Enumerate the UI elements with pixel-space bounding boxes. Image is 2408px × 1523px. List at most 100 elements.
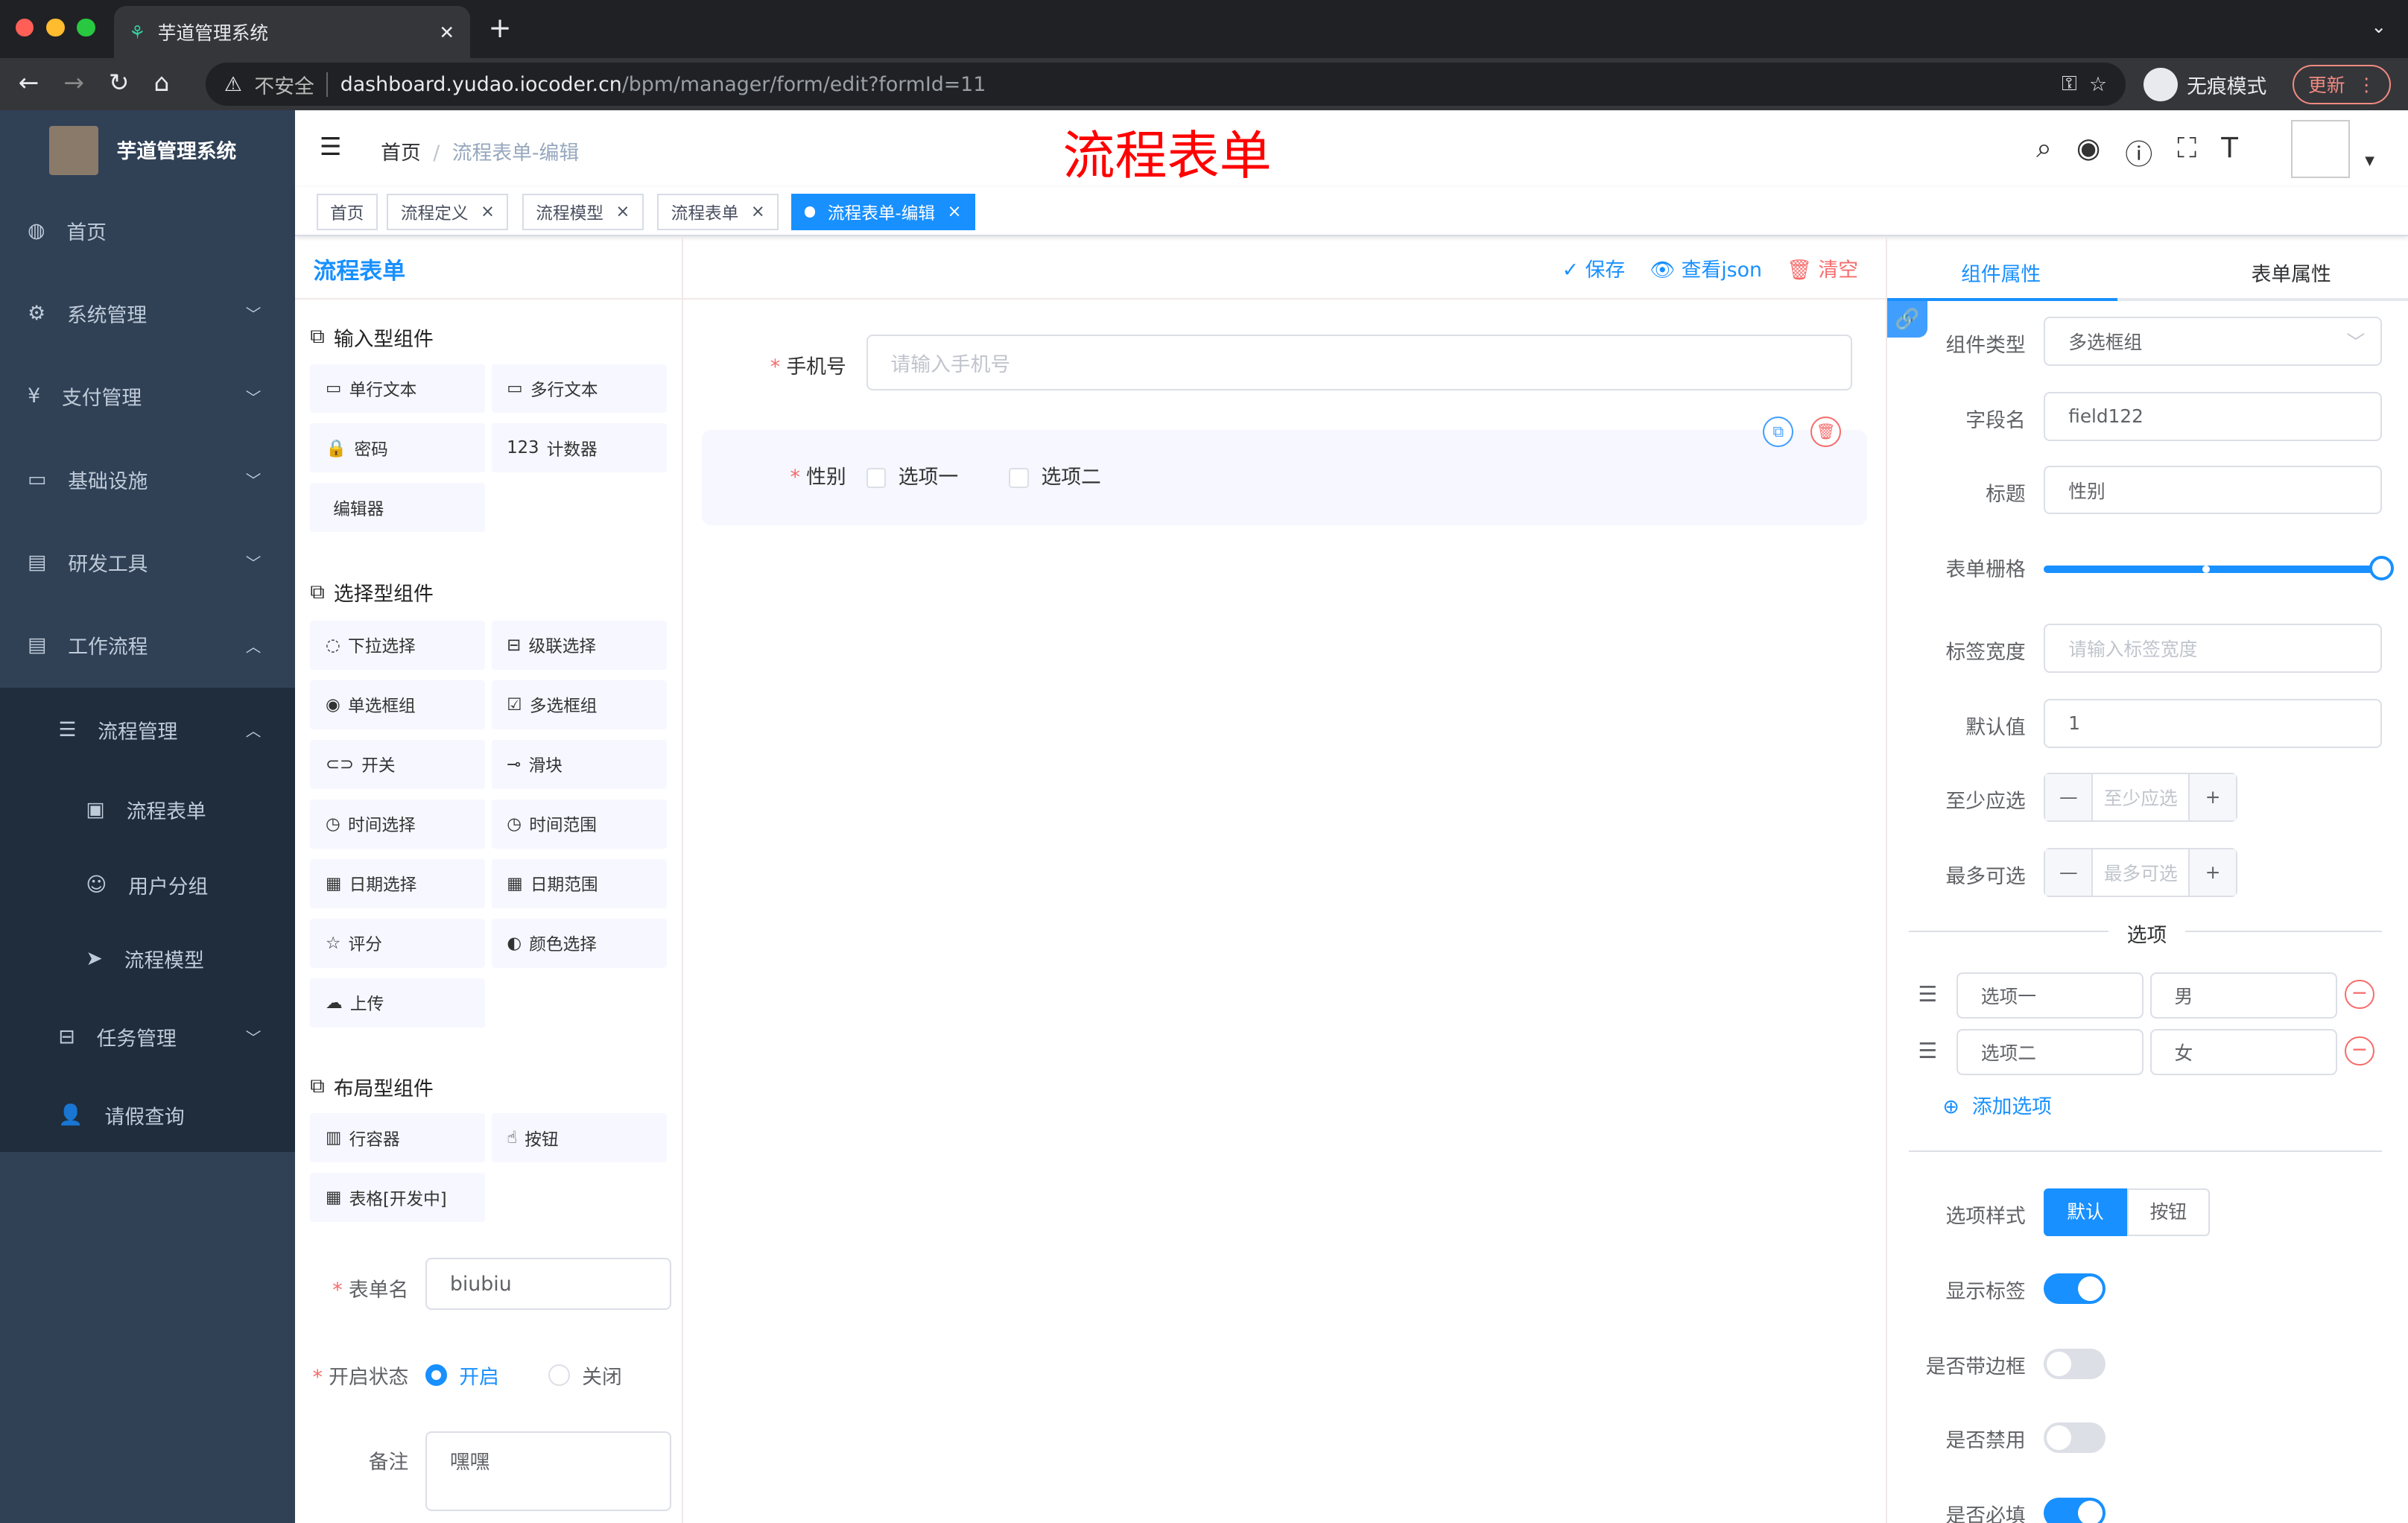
tag-home[interactable]: 首页 (316, 193, 378, 231)
option-label-input[interactable]: 选项一 (1956, 972, 2144, 1019)
breadcrumb-home[interactable]: 首页 (381, 142, 421, 165)
component-1-9[interactable]: ▦ 日期范围 (491, 858, 667, 908)
component-2-1[interactable]: ☝ 按钮 (491, 1113, 667, 1163)
minus-icon[interactable]: — (2045, 849, 2094, 896)
clear-button[interactable]: 🗑 清空 (1787, 253, 1858, 282)
component-0-2[interactable]: 🔒 密码 (310, 423, 486, 473)
save-button[interactable]: ✓ 保存 (1562, 253, 1626, 282)
close-window-button[interactable] (15, 18, 34, 37)
copy-icon[interactable]: ⧉ (1763, 416, 1794, 447)
status-on-radio[interactable]: 开启 (425, 1361, 499, 1390)
gender-option-2[interactable]: 选项二 (1009, 460, 1101, 490)
tag-process-form[interactable]: 流程表单 × (657, 193, 779, 231)
help-icon[interactable]: ⓘ (2125, 132, 2152, 172)
disabled-toggle[interactable] (2044, 1422, 2106, 1453)
component-0-0[interactable]: ▭ 单行文本 (310, 364, 486, 414)
component-1-5[interactable]: ⊸ 滑块 (491, 739, 667, 789)
default-value-input[interactable]: 1 (2044, 698, 2382, 748)
tab-search-chevron-icon[interactable]: ⌄ (2371, 16, 2386, 37)
remark-textarea[interactable]: 嘿嘿 (425, 1431, 671, 1512)
tag-process-form-edit[interactable]: 流程表单-编辑 × (790, 193, 975, 231)
search-icon[interactable]: ⌕ (2036, 132, 2052, 172)
key-icon[interactable]: ⚿ (2062, 72, 2076, 96)
update-button[interactable]: 更新 ⋮ (2293, 64, 2392, 105)
browser-tab[interactable]: ⚘ 芋道管理系统 ✕ (113, 6, 470, 59)
required-toggle[interactable] (2044, 1497, 2106, 1523)
component-2-2[interactable]: ▦ 表格[开发中] (310, 1173, 486, 1223)
component-1-6[interactable]: ◷ 时间选择 (310, 799, 486, 849)
tab-component-props[interactable]: 组件属性 (1961, 258, 2041, 287)
border-toggle[interactable] (2044, 1348, 2106, 1379)
label-width-input[interactable]: 请输入标签宽度 (2044, 623, 2382, 673)
sidebar-item-infra[interactable]: ▭ 基础设施 ﹀ (0, 441, 295, 518)
component-0-1[interactable]: ▭ 多行文本 (491, 364, 667, 414)
close-tab-icon[interactable]: ✕ (439, 22, 454, 43)
component-2-0[interactable]: ▥ 行容器 (310, 1113, 486, 1163)
maximize-window-button[interactable] (77, 18, 95, 37)
form-name-input[interactable]: biubiu (425, 1258, 671, 1311)
remove-option-icon[interactable]: − (2345, 980, 2374, 1010)
gender-option-1[interactable]: 选项一 (866, 460, 958, 490)
plus-icon[interactable]: + (2188, 849, 2237, 896)
tag-process-definition[interactable]: 流程定义 × (387, 193, 509, 231)
max-stepper[interactable]: — 最多可选 + (2044, 847, 2238, 897)
plus-icon[interactable]: + (2188, 773, 2237, 820)
back-icon[interactable]: ← (19, 68, 39, 97)
component-1-0[interactable]: ◌ 下拉选择 (310, 620, 486, 670)
drag-handle-icon[interactable]: ☰ (1918, 1038, 1937, 1063)
component-type-select[interactable]: 多选框组 ﹀ (2044, 316, 2382, 366)
minimize-window-button[interactable] (45, 18, 65, 37)
view-json-button[interactable]: 👁 查看json (1650, 253, 1762, 282)
sidebar-item-home[interactable]: ◍ 首页 (0, 192, 295, 269)
component-1-10[interactable]: ☆ 评分 (310, 918, 486, 968)
sidebar-item-devtools[interactable]: ▤ 研发工具 ﹀ (0, 524, 295, 601)
font-size-icon[interactable]: T (2221, 132, 2238, 172)
forward-icon[interactable]: → (63, 68, 84, 97)
caret-down-icon[interactable]: ▼ (2365, 153, 2374, 168)
sidebar-item-process-model[interactable]: ➤ 流程模型 (0, 920, 295, 997)
sidebar-item-leave[interactable]: 👤 请假查询 (0, 1077, 295, 1153)
option-value-input[interactable]: 女 (2149, 1029, 2338, 1075)
option-value-input[interactable]: 男 (2149, 972, 2338, 1019)
show-toggle[interactable] (2044, 1273, 2106, 1304)
add-option-button[interactable]: ⊕ 添加选项 (1942, 1090, 2052, 1119)
url-bar[interactable]: ⚠ 不安全 dashboard.yudao.iocoder.cn/bpm/mana… (206, 63, 2126, 107)
minus-icon[interactable]: — (2045, 773, 2094, 820)
phone-input[interactable]: 请输入手机号 (866, 335, 1852, 390)
sidebar-item-system[interactable]: ⚙ 系统管理 ﹀ (0, 275, 295, 352)
remove-option-icon[interactable]: − (2345, 1036, 2374, 1066)
component-1-2[interactable]: ◉ 单选框组 (310, 680, 486, 729)
sidebar-item-process-manage[interactable]: ☰ 流程管理 ︿ (0, 691, 295, 768)
slider-handle[interactable] (2369, 556, 2395, 581)
star-icon[interactable]: ☆ (2089, 73, 2107, 96)
component-1-3[interactable]: ☑ 多选框组 (491, 680, 667, 729)
component-1-11[interactable]: ◐ 颜色选择 (491, 918, 667, 968)
title-input[interactable]: 性别 (2044, 465, 2382, 515)
reload-icon[interactable]: ↻ (109, 68, 130, 97)
status-off-radio[interactable]: 关闭 (548, 1361, 622, 1390)
style-default-button[interactable]: 默认 (2044, 1188, 2127, 1237)
delete-icon[interactable]: 🗑 (1810, 416, 1842, 447)
fullscreen-icon[interactable]: ⛶ (2177, 132, 2196, 172)
component-1-7[interactable]: ◷ 时间范围 (491, 799, 667, 849)
min-stepper[interactable]: — 至少应选 + (2044, 772, 2238, 822)
component-1-1[interactable]: ⊟ 级联选择 (491, 620, 667, 670)
tag-process-model[interactable]: 流程模型 × (522, 193, 644, 231)
sidebar-item-process-form[interactable]: ▣ 流程表单 (0, 771, 295, 848)
sidebar-item-workflow[interactable]: ▤ 工作流程 ︿ (0, 607, 295, 683)
sidebar-item-tasks[interactable]: ⊟ 任务管理 ﹀ (0, 998, 295, 1075)
option-label-input[interactable]: 选项二 (1956, 1029, 2144, 1075)
github-icon[interactable]: ◉ (2076, 132, 2100, 172)
field-name-input[interactable]: field122 (2044, 391, 2382, 441)
sidebar-item-pay[interactable]: ¥ 支付管理 ﹀ (0, 358, 295, 434)
avatar[interactable] (2291, 119, 2350, 179)
component-0-4[interactable]: 编辑器 (310, 483, 486, 533)
grid-slider[interactable] (2044, 556, 2395, 581)
component-1-4[interactable]: ⊂⊃ 开关 (310, 739, 486, 789)
component-1-12[interactable]: ☁ 上传 (310, 978, 486, 1028)
hamburger-icon[interactable]: ☰ (320, 132, 342, 161)
drag-handle-icon[interactable]: ☰ (1918, 981, 1937, 1007)
sidebar-item-user-group[interactable]: ☺ 用户分组 (0, 846, 295, 923)
component-1-8[interactable]: ▦ 日期选择 (310, 858, 486, 908)
home-icon[interactable]: ⌂ (154, 68, 170, 97)
